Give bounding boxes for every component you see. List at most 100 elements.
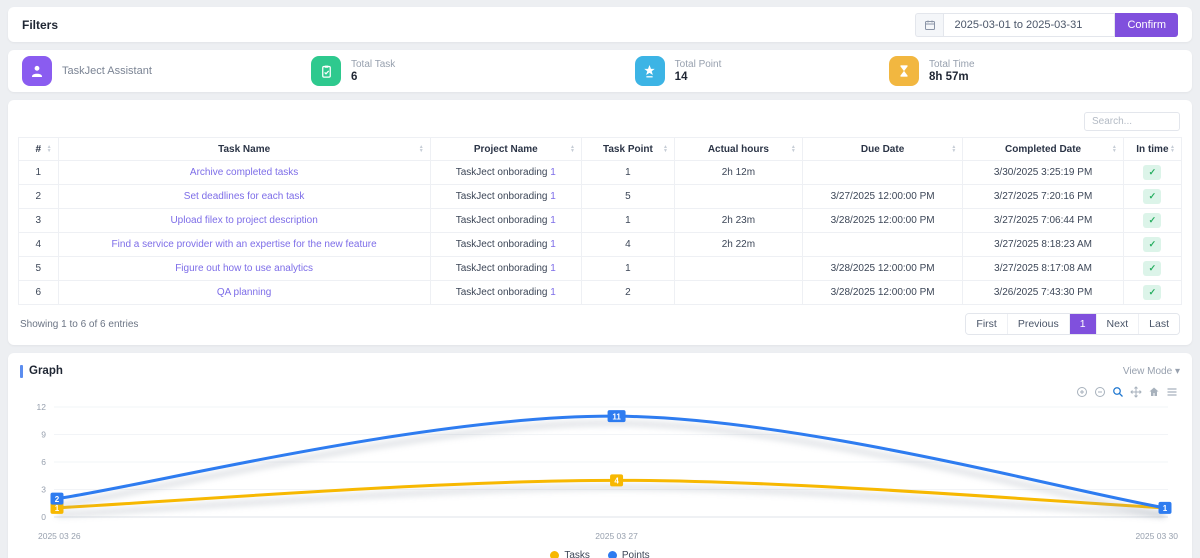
svg-text:12: 12: [37, 402, 47, 412]
date-range-group: Confirm: [915, 13, 1178, 37]
task-link[interactable]: Find a service provider with an expertis…: [112, 239, 377, 250]
task-point-cell: 1: [581, 257, 674, 281]
graph-card: Graph View Mode ▾ 0369121421112025 03 26…: [8, 353, 1192, 558]
svg-text:11: 11: [612, 412, 621, 421]
legend-item-tasks[interactable]: Tasks: [550, 550, 590, 558]
actual-hours-cell: [674, 281, 802, 305]
page-button-first[interactable]: First: [966, 314, 1006, 334]
task-name-cell: Archive completed tasks: [58, 161, 430, 185]
project-count-badge[interactable]: 1: [550, 191, 556, 202]
table-row: 4 Find a service provider with an expert…: [19, 233, 1182, 257]
legend-item-points[interactable]: Points: [608, 550, 650, 558]
project-count-badge[interactable]: 1: [550, 167, 556, 178]
task-link[interactable]: QA planning: [217, 287, 272, 298]
actual-hours-cell: [674, 257, 802, 281]
legend-dot-icon: [608, 551, 617, 558]
sort-icon: ▲▼: [419, 145, 424, 153]
project-name-cell: TaskJect onborading 1: [430, 161, 581, 185]
in-time-cell: ✓: [1123, 281, 1181, 305]
magnifier-icon[interactable]: [1111, 385, 1124, 398]
page-button-1[interactable]: 1: [1069, 314, 1096, 334]
stat-label: Total Time: [929, 59, 975, 71]
pagination: FirstPrevious1NextLast: [965, 313, 1180, 335]
table-row: 2 Set deadlines for each task TaskJect o…: [19, 185, 1182, 209]
project-name-cell: TaskJect onborading 1: [430, 257, 581, 281]
col-header-actual-hours[interactable]: Actual hours▲▼: [674, 138, 802, 161]
calendar-icon[interactable]: [915, 13, 943, 37]
completed-date-cell: 3/30/2025 3:25:19 PM: [963, 161, 1123, 185]
sort-icon: ▲▼: [1170, 145, 1175, 153]
time-icon: [889, 56, 919, 86]
col-header-num[interactable]: #▲▼: [19, 138, 59, 161]
line-chart[interactable]: 0369121421112025 03 262025 03 272025 03 …: [20, 399, 1180, 545]
sort-icon: ▲▼: [570, 145, 575, 153]
project-name-cell: TaskJect onborading 1: [430, 185, 581, 209]
task-link[interactable]: Figure out how to use analytics: [175, 263, 313, 274]
in-time-cell: ✓: [1123, 233, 1181, 257]
due-date-cell: 3/28/2025 12:00:00 PM: [802, 209, 962, 233]
total-time-stat: Total Time 8h 57m: [889, 56, 1178, 86]
completed-date-cell: 3/27/2025 7:20:16 PM: [963, 185, 1123, 209]
entries-summary: Showing 1 to 6 of 6 entries: [20, 319, 138, 330]
zoom-in-icon[interactable]: [1075, 385, 1088, 398]
due-date-cell: [802, 161, 962, 185]
project-count-badge[interactable]: 1: [550, 287, 556, 298]
project-count-badge[interactable]: 1: [550, 215, 556, 226]
user-icon: [22, 56, 52, 86]
zoom-out-icon[interactable]: [1093, 385, 1106, 398]
svg-text:2: 2: [55, 495, 60, 504]
assistant-name: TaskJect Assistant: [62, 65, 152, 77]
menu-icon[interactable]: [1165, 385, 1178, 398]
project-count-badge[interactable]: 1: [550, 263, 556, 274]
sort-icon: ▲▼: [951, 145, 956, 153]
svg-text:1: 1: [1163, 504, 1168, 513]
date-range-input[interactable]: [943, 13, 1115, 37]
row-number-cell: 6: [19, 281, 59, 305]
check-icon: ✓: [1143, 237, 1161, 252]
page-button-next[interactable]: Next: [1096, 314, 1139, 334]
sort-icon: ▲▼: [791, 145, 796, 153]
col-header-in-time[interactable]: In time▲▼: [1123, 138, 1181, 161]
task-name-cell: QA planning: [58, 281, 430, 305]
row-number-cell: 5: [19, 257, 59, 281]
search-input[interactable]: [1084, 112, 1180, 131]
view-mode-dropdown[interactable]: View Mode ▾: [1123, 366, 1180, 377]
home-icon[interactable]: [1147, 385, 1160, 398]
task-link[interactable]: Upload filex to project description: [170, 215, 317, 226]
svg-text:4: 4: [614, 477, 619, 486]
project-count-badge[interactable]: 1: [550, 239, 556, 250]
svg-text:3: 3: [41, 485, 46, 495]
pan-icon[interactable]: [1129, 385, 1142, 398]
col-header-task-point[interactable]: Task Point▲▼: [581, 138, 674, 161]
stat-label: Total Task: [351, 59, 395, 71]
col-header-task-name[interactable]: Task Name▲▼: [58, 138, 430, 161]
col-header-completed-date[interactable]: Completed Date▲▼: [963, 138, 1123, 161]
task-link[interactable]: Archive completed tasks: [190, 167, 298, 178]
stats-bar: TaskJect Assistant Total Task 6 Total Po…: [8, 50, 1192, 92]
svg-text:2025 03 27: 2025 03 27: [595, 531, 638, 541]
stat-value: 14: [675, 71, 722, 84]
svg-text:9: 9: [41, 430, 46, 440]
col-header-project-name[interactable]: Project Name▲▼: [430, 138, 581, 161]
col-header-due-date[interactable]: Due Date▲▼: [802, 138, 962, 161]
svg-text:0: 0: [41, 512, 46, 522]
row-number-cell: 1: [19, 161, 59, 185]
completed-date-cell: 3/27/2025 8:18:23 AM: [963, 233, 1123, 257]
page-button-last[interactable]: Last: [1138, 314, 1179, 334]
table-row: 1 Archive completed tasks TaskJect onbor…: [19, 161, 1182, 185]
row-number-cell: 2: [19, 185, 59, 209]
svg-text:1: 1: [55, 504, 60, 513]
page-button-previous[interactable]: Previous: [1007, 314, 1069, 334]
task-name-cell: Figure out how to use analytics: [58, 257, 430, 281]
tasks-table: #▲▼ Task Name▲▼ Project Name▲▼ Task Poin…: [18, 137, 1182, 305]
completed-date-cell: 3/27/2025 8:17:08 AM: [963, 257, 1123, 281]
task-point-cell: 4: [581, 233, 674, 257]
confirm-button[interactable]: Confirm: [1115, 13, 1178, 37]
task-point-cell: 1: [581, 161, 674, 185]
check-icon: ✓: [1143, 189, 1161, 204]
row-number-cell: 4: [19, 233, 59, 257]
stat-value: 8h 57m: [929, 71, 975, 84]
table-header-row: #▲▼ Task Name▲▼ Project Name▲▼ Task Poin…: [19, 138, 1182, 161]
total-point-stat: Total Point 14: [635, 56, 889, 86]
task-link[interactable]: Set deadlines for each task: [184, 191, 305, 202]
